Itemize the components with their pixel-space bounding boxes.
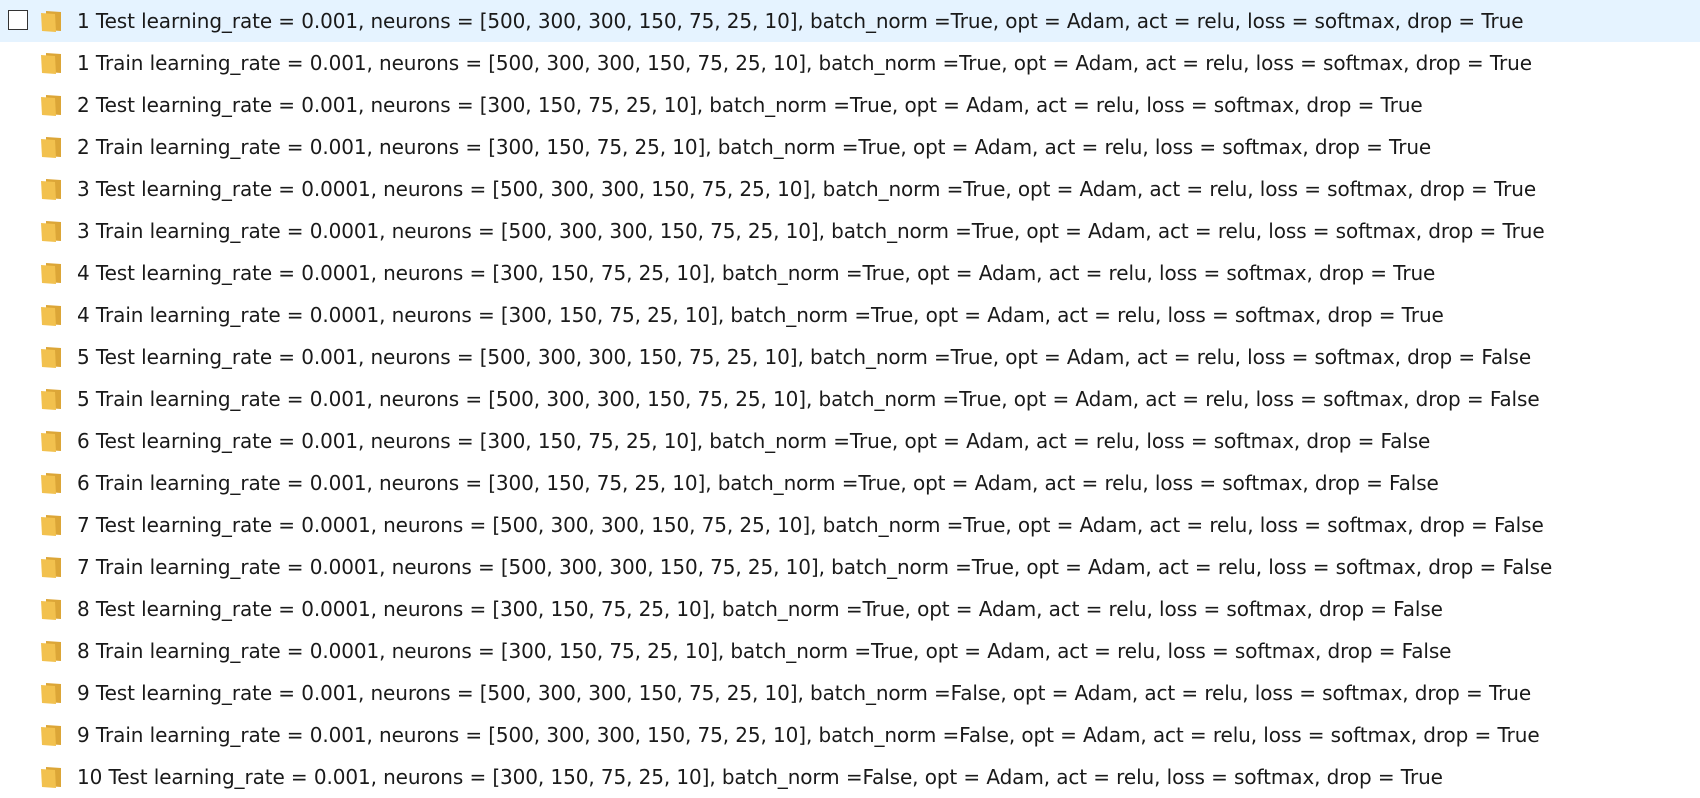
folder-icon [41,641,61,662]
folder-icon [41,767,61,788]
folder-icon [41,473,61,494]
folder-name[interactable]: 3 Train learning_rate = 0.0001, neurons … [77,210,1545,252]
folder-row[interactable]: 8 Train learning_rate = 0.0001, neurons … [0,630,1700,672]
folder-row[interactable]: 1 Test learning_rate = 0.001, neurons = … [0,0,1700,42]
folder-icon [41,557,61,578]
folder-icon [41,683,61,704]
folder-row[interactable]: 7 Test learning_rate = 0.0001, neurons =… [0,504,1700,546]
file-list: 1 Test learning_rate = 0.001, neurons = … [0,0,1700,798]
folder-row[interactable]: 8 Test learning_rate = 0.0001, neurons =… [0,588,1700,630]
folder-name[interactable]: 1 Train learning_rate = 0.001, neurons =… [77,42,1532,84]
folder-name[interactable]: 1 Test learning_rate = 0.001, neurons = … [77,0,1524,42]
folder-name[interactable]: 7 Train learning_rate = 0.0001, neurons … [77,546,1552,588]
folder-row[interactable]: 9 Train learning_rate = 0.001, neurons =… [0,714,1700,756]
select-checkbox[interactable] [8,10,28,30]
folder-name[interactable]: 9 Test learning_rate = 0.001, neurons = … [77,672,1531,714]
folder-row[interactable]: 2 Test learning_rate = 0.001, neurons = … [0,84,1700,126]
folder-row[interactable]: 2 Train learning_rate = 0.001, neurons =… [0,126,1700,168]
folder-name[interactable]: 7 Test learning_rate = 0.0001, neurons =… [77,504,1544,546]
folder-icon [41,515,61,536]
folder-name[interactable]: 2 Train learning_rate = 0.001, neurons =… [77,126,1431,168]
folder-row[interactable]: 6 Test learning_rate = 0.001, neurons = … [0,420,1700,462]
folder-name[interactable]: 3 Test learning_rate = 0.0001, neurons =… [77,168,1536,210]
folder-row[interactable]: 6 Train learning_rate = 0.001, neurons =… [0,462,1700,504]
folder-icon [41,179,61,200]
folder-row[interactable]: 5 Test learning_rate = 0.001, neurons = … [0,336,1700,378]
folder-icon [41,725,61,746]
folder-row[interactable]: 9 Test learning_rate = 0.001, neurons = … [0,672,1700,714]
folder-row[interactable]: 4 Test learning_rate = 0.0001, neurons =… [0,252,1700,294]
folder-name[interactable]: 8 Train learning_rate = 0.0001, neurons … [77,630,1451,672]
folder-row[interactable]: 3 Test learning_rate = 0.0001, neurons =… [0,168,1700,210]
folder-name[interactable]: 4 Train learning_rate = 0.0001, neurons … [77,294,1444,336]
folder-icon [41,11,61,32]
folder-name[interactable]: 9 Train learning_rate = 0.001, neurons =… [77,714,1540,756]
folder-row[interactable]: 10 Test learning_rate = 0.001, neurons =… [0,756,1700,798]
folder-icon [41,431,61,452]
folder-icon [41,137,61,158]
folder-name[interactable]: 6 Test learning_rate = 0.001, neurons = … [77,420,1430,462]
folder-name[interactable]: 5 Train learning_rate = 0.001, neurons =… [77,378,1540,420]
folder-icon [41,305,61,326]
folder-icon [41,95,61,116]
folder-row[interactable]: 5 Train learning_rate = 0.001, neurons =… [0,378,1700,420]
folder-name[interactable]: 2 Test learning_rate = 0.001, neurons = … [77,84,1423,126]
folder-row[interactable]: 4 Train learning_rate = 0.0001, neurons … [0,294,1700,336]
folder-row[interactable]: 3 Train learning_rate = 0.0001, neurons … [0,210,1700,252]
folder-name[interactable]: 8 Test learning_rate = 0.0001, neurons =… [77,588,1443,630]
folder-name[interactable]: 6 Train learning_rate = 0.001, neurons =… [77,462,1439,504]
folder-name[interactable]: 5 Test learning_rate = 0.001, neurons = … [77,336,1531,378]
folder-icon [41,221,61,242]
folder-name[interactable]: 4 Test learning_rate = 0.0001, neurons =… [77,252,1435,294]
folder-icon [41,263,61,284]
folder-row[interactable]: 7 Train learning_rate = 0.0001, neurons … [0,546,1700,588]
folder-icon [41,53,61,74]
folder-icon [41,347,61,368]
folder-icon [41,389,61,410]
folder-icon [41,599,61,620]
folder-name[interactable]: 10 Test learning_rate = 0.001, neurons =… [77,756,1443,798]
folder-row[interactable]: 1 Train learning_rate = 0.001, neurons =… [0,42,1700,84]
